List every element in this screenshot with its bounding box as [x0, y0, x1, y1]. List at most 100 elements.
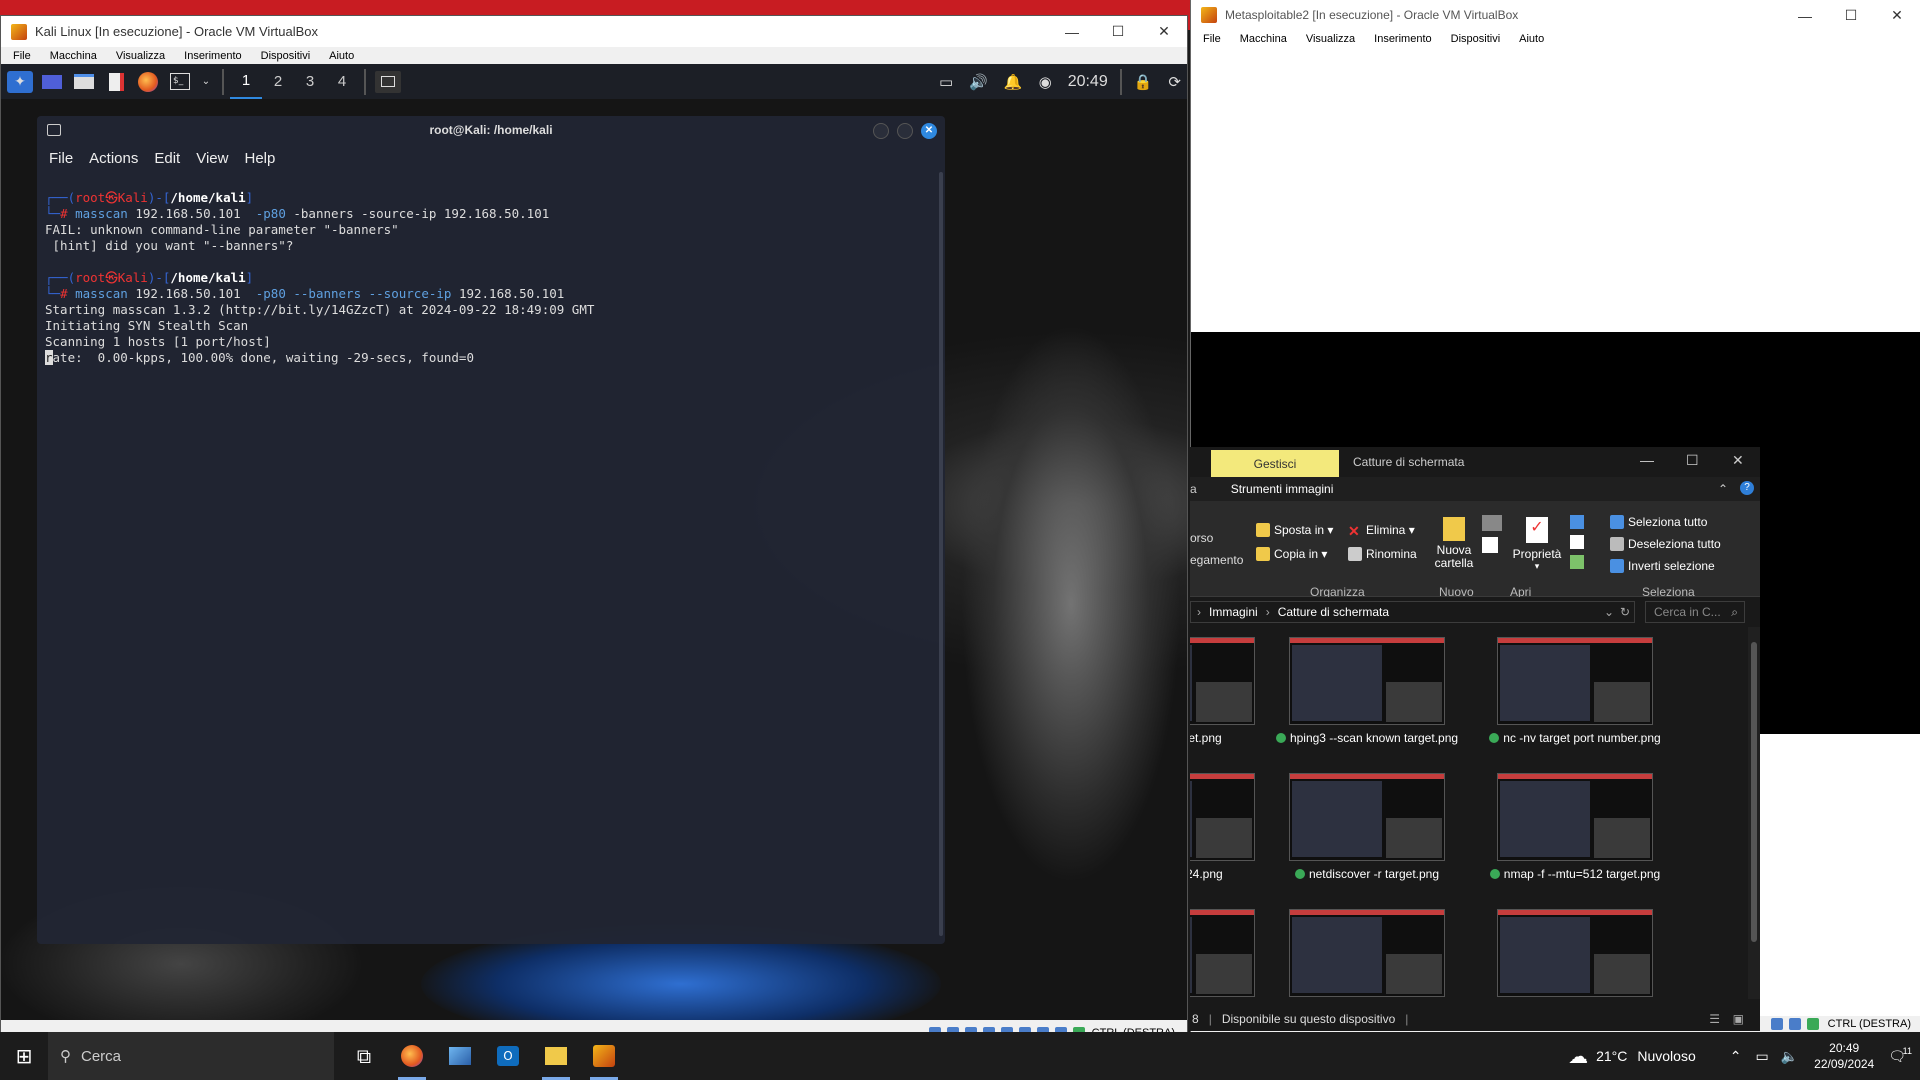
details-view-icon[interactable]: ☰ — [1709, 1012, 1720, 1026]
outlook-taskbar-icon[interactable]: O — [484, 1032, 532, 1080]
volume-icon[interactable]: 🔊 — [969, 73, 988, 91]
history-icon[interactable] — [1570, 555, 1584, 569]
select-all-button[interactable]: Seleziona tutto — [1610, 515, 1707, 529]
minimize-button[interactable]: — — [1049, 16, 1095, 47]
close-button[interactable]: ✕ — [1874, 0, 1920, 31]
search-input[interactable]: Cerca in C... ⌕ — [1645, 601, 1745, 623]
close-button[interactable]: ✕ — [1141, 16, 1187, 47]
move-to-button[interactable]: Sposta in ▾ — [1256, 523, 1333, 537]
menu-aiuto[interactable]: Aiuto — [1507, 33, 1551, 45]
chevron-up-icon[interactable]: ⌃ — [1718, 482, 1728, 496]
menu-macchina[interactable]: Macchina — [38, 50, 104, 62]
logout-icon[interactable]: ⟳ — [1168, 73, 1181, 91]
help-icon[interactable]: ? — [1740, 481, 1754, 495]
tab-visualizza-cut[interactable]: a — [1190, 482, 1197, 496]
minimize-button[interactable]: — — [1782, 0, 1828, 31]
workspace-1[interactable]: 1 — [230, 64, 262, 99]
workspace-4[interactable]: 4 — [326, 64, 358, 99]
maximize-button[interactable]: ☐ — [1095, 16, 1141, 47]
terminal-output[interactable]: ┌──(root㉿Kali)-[/home/kali] └─# masscan 1… — [45, 190, 925, 934]
terminal-titlebar[interactable]: root@Kali: /home/kali ✕ — [37, 116, 945, 144]
menu-visualizza[interactable]: Visualizza — [104, 50, 172, 62]
menu-visualizza[interactable]: Visualizza — [1294, 33, 1362, 45]
ribbon-cut-label[interactable]: egamento — [1190, 553, 1243, 567]
file-tile[interactable] — [1480, 909, 1670, 1003]
new-item-icon[interactable] — [1482, 515, 1502, 531]
menu-macchina[interactable]: Macchina — [1228, 33, 1294, 45]
file-tile[interactable] — [1190, 909, 1272, 1003]
file-tile[interactable]: pexec target.png — [1190, 637, 1272, 746]
tab-strumenti-immagini[interactable]: Strumenti immagini — [1231, 482, 1334, 496]
desktop-icon[interactable] — [39, 71, 65, 93]
large-icons-view-icon[interactable]: ▣ — [1733, 1012, 1744, 1026]
hdd-status-icon[interactable] — [1770, 1018, 1783, 1030]
tab-gestisci[interactable]: Gestisci — [1211, 450, 1339, 477]
terminal-minimize-button[interactable] — [873, 123, 889, 139]
ribbon-cut-label[interactable]: orso — [1190, 531, 1213, 545]
weather-temp[interactable]: 21°C — [1596, 1048, 1627, 1064]
meta-window-titlebar[interactable]: Metasploitable2 [In esecuzione] - Oracle… — [1191, 0, 1920, 30]
file-tile[interactable]: arget 1-1024.png — [1190, 773, 1272, 882]
taskbar-search[interactable]: ⚲ Cerca — [48, 1032, 334, 1080]
notification-center-icon[interactable]: 🗨 11 — [1888, 1046, 1912, 1065]
power-manager-icon[interactable]: ◉ — [1039, 73, 1052, 91]
copy-to-button[interactable]: Copia in ▾ — [1256, 547, 1327, 561]
network-status-icon[interactable] — [1788, 1018, 1801, 1030]
terminal-icon[interactable]: $_ — [167, 71, 193, 93]
file-grid-scrollbar[interactable] — [1748, 627, 1760, 999]
display-icon[interactable]: ▭ — [939, 73, 953, 91]
close-button[interactable]: ✕ — [1732, 452, 1744, 469]
file-tile[interactable] — [1272, 909, 1462, 1003]
workspace-3[interactable]: 3 — [294, 64, 326, 99]
menu-dispositivi[interactable]: Dispositivi — [249, 50, 318, 62]
chevron-down-icon[interactable]: ⌄ — [199, 71, 213, 93]
terminal-maximize-button[interactable] — [897, 123, 913, 139]
terminal-menu-file[interactable]: File — [49, 150, 73, 167]
windows-start-icon[interactable]: ⊞ — [0, 1032, 48, 1080]
terminal-menu-edit[interactable]: Edit — [154, 150, 180, 167]
breadcrumb-immagini[interactable]: Immagini — [1209, 605, 1258, 619]
file-tile[interactable]: nmap -f --mtu=512 target.png — [1480, 773, 1670, 882]
kali-menu-icon[interactable]: ✦ — [7, 70, 33, 93]
terminal-task-icon[interactable] — [375, 70, 401, 93]
chevron-down-icon[interactable]: ⌄ — [1604, 605, 1614, 619]
virtualbox-taskbar-icon[interactable] — [580, 1032, 628, 1080]
weather-desc[interactable]: Nuvoloso — [1637, 1048, 1695, 1064]
panel-clock[interactable]: 20:49 — [1068, 73, 1108, 91]
notification-bell-icon[interactable]: 🔔 — [1004, 73, 1023, 91]
file-explorer-taskbar-icon[interactable] — [532, 1032, 580, 1080]
breadcrumb-catture[interactable]: Catture di schermata — [1278, 605, 1389, 619]
kali-window-titlebar[interactable]: Kali Linux [In esecuzione] - Oracle VM V… — [1, 16, 1187, 47]
file-tile[interactable]: netdiscover -r target.png — [1272, 773, 1462, 882]
terminal-close-button[interactable]: ✕ — [921, 123, 937, 139]
firefox-taskbar-icon[interactable] — [388, 1032, 436, 1080]
menu-file[interactable]: File — [1, 50, 38, 62]
easy-access-icon[interactable] — [1482, 537, 1498, 553]
maximize-button[interactable]: ☐ — [1828, 0, 1874, 31]
edit-icon[interactable] — [1570, 535, 1584, 549]
menu-inserimento[interactable]: Inserimento — [1362, 33, 1438, 45]
menu-file[interactable]: File — [1191, 33, 1228, 45]
app-taskbar-icon[interactable] — [436, 1032, 484, 1080]
terminal-menu-view[interactable]: View — [196, 150, 228, 167]
file-tile[interactable]: nc -nv target port number.png — [1480, 637, 1670, 746]
menu-inserimento[interactable]: Inserimento — [172, 50, 248, 62]
address-bar[interactable]: › Immagini › Catture di schermata ⌄ ↻ — [1190, 601, 1635, 623]
delete-button[interactable]: ✕ Elimina ▾ — [1348, 523, 1415, 539]
weather-cloud-icon[interactable]: ☁ — [1568, 1044, 1588, 1069]
volume-icon[interactable]: 🔈 — [1781, 1048, 1798, 1065]
menu-dispositivi[interactable]: Dispositivi — [1439, 33, 1508, 45]
network-icon[interactable]: ▭ — [1755, 1048, 1768, 1065]
lock-icon[interactable]: 🔒 — [1134, 73, 1153, 91]
text-editor-icon[interactable] — [103, 71, 129, 93]
new-folder-button[interactable]: Nuova cartella — [1430, 517, 1478, 570]
files-icon[interactable] — [71, 71, 97, 93]
terminal-scrollbar[interactable] — [939, 172, 943, 936]
mouse-integration-icon[interactable] — [1806, 1018, 1819, 1030]
taskbar-clock[interactable]: 20:49 22/09/2024 — [1814, 1040, 1874, 1072]
invert-selection-button[interactable]: Inverti selezione — [1610, 559, 1715, 573]
properties-button[interactable]: ✓ Proprietà ▾ — [1510, 517, 1564, 572]
rename-button[interactable]: Rinomina — [1348, 547, 1417, 561]
open-icon[interactable] — [1570, 515, 1584, 529]
refresh-icon[interactable]: ↻ — [1620, 605, 1630, 619]
